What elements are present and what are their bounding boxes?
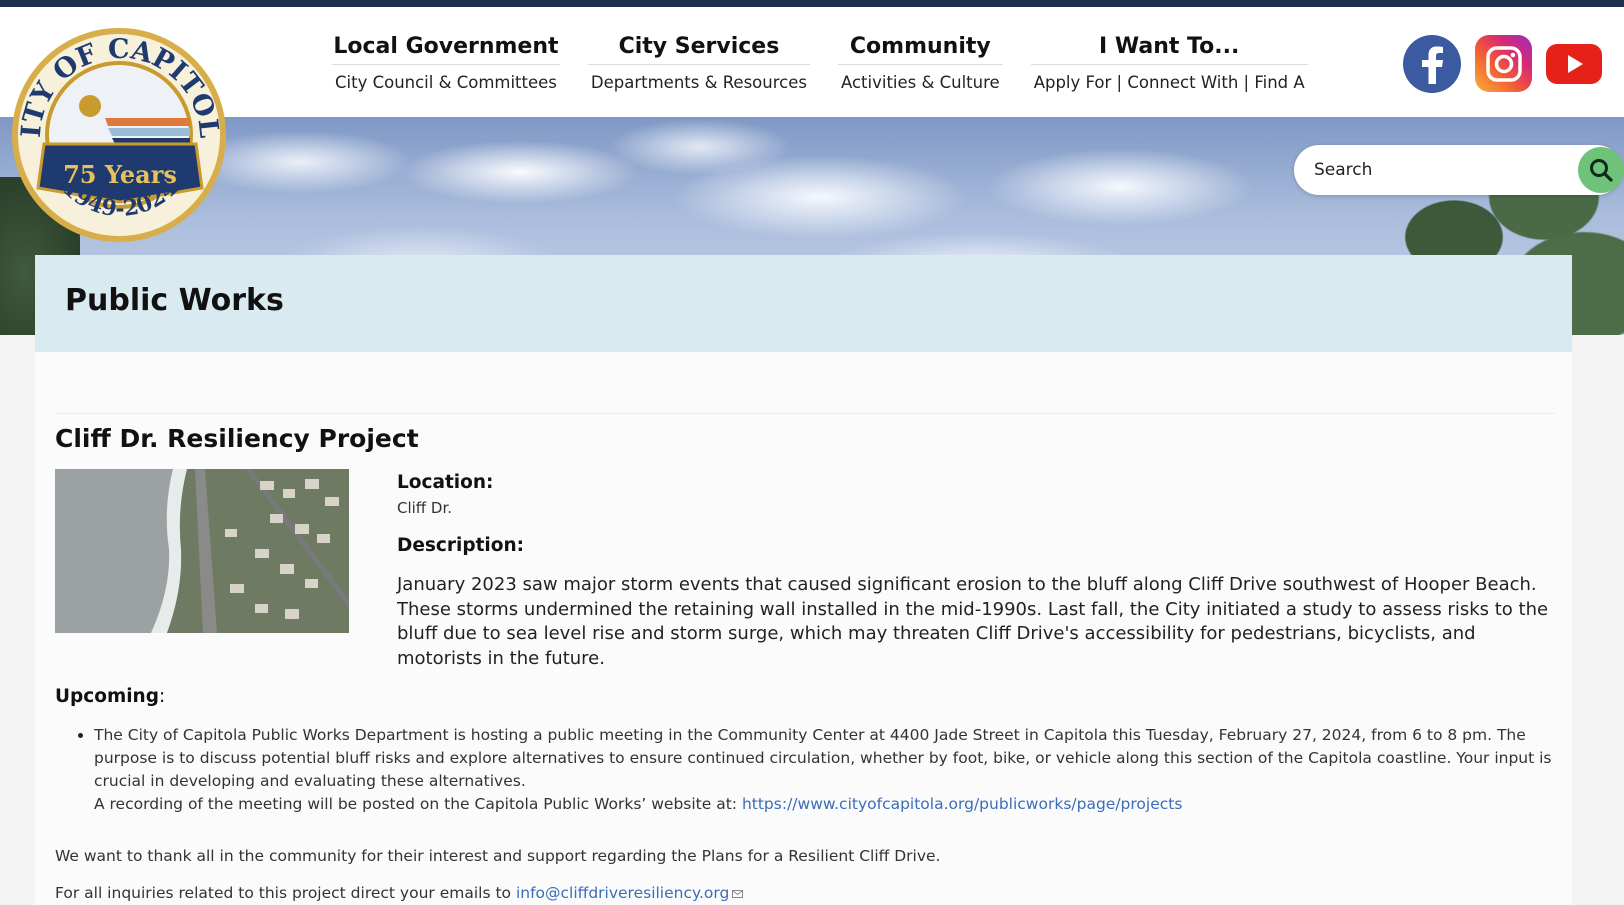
search-button[interactable] bbox=[1578, 147, 1624, 193]
description-label: Description: bbox=[397, 535, 525, 556]
nav-local-government[interactable]: Local Government City Council & Committe… bbox=[318, 30, 574, 102]
contact-email-link[interactable]: info@cliffdriveresiliency.org bbox=[516, 884, 729, 902]
facebook-icon[interactable] bbox=[1403, 35, 1461, 93]
nav-title[interactable]: I Want To... bbox=[1099, 30, 1239, 64]
upcoming-list: The City of Capitola Public Works Depart… bbox=[76, 724, 1556, 816]
project-title: Cliff Dr. Resiliency Project bbox=[55, 424, 419, 453]
nav-community[interactable]: Community Activities & Culture bbox=[824, 30, 1017, 102]
nav-subtitle[interactable]: Activities & Culture bbox=[837, 64, 1003, 98]
nav-subtitle[interactable]: Apply For | Connect With | Find A bbox=[1030, 64, 1308, 98]
nav-title[interactable]: Community bbox=[850, 30, 991, 64]
mail-icon bbox=[732, 889, 744, 898]
inquiries-line: For all inquiries related to this projec… bbox=[55, 884, 744, 902]
upcoming-colon: : bbox=[158, 686, 166, 707]
inquiries-text: For all inquiries related to this projec… bbox=[55, 884, 516, 902]
description-text: January 2023 saw major storm events that… bbox=[397, 574, 1549, 669]
project-aerial-image bbox=[55, 469, 349, 633]
top-accent-bar bbox=[0, 0, 1624, 7]
search-icon bbox=[1590, 159, 1613, 182]
search-input[interactable] bbox=[1314, 160, 1554, 180]
nav-title[interactable]: City Services bbox=[619, 30, 780, 64]
thanks-text: We want to thank all in the community fo… bbox=[55, 847, 941, 865]
youtube-icon[interactable] bbox=[1546, 44, 1602, 84]
city-logo[interactable]: 75 Years CITY OF CAPITOLA 1949-2024 bbox=[0, 2, 228, 244]
section-divider bbox=[55, 413, 1555, 414]
nav-i-want-to[interactable]: I Want To... Apply For | Connect With | … bbox=[1017, 30, 1322, 102]
nav-subtitle[interactable]: City Council & Committees bbox=[332, 64, 560, 98]
main-nav: Local Government City Council & Committe… bbox=[318, 30, 1322, 102]
nav-title[interactable]: Local Government bbox=[333, 30, 558, 64]
page-title: Public Works bbox=[65, 283, 284, 318]
upcoming-item-text: The City of Capitola Public Works Depart… bbox=[94, 726, 1552, 790]
location-label: Location: bbox=[397, 472, 494, 493]
upcoming-label-text: Upcoming bbox=[55, 686, 159, 707]
recording-text: A recording of the meeting will be poste… bbox=[94, 795, 742, 813]
list-item: The City of Capitola Public Works Depart… bbox=[76, 724, 1556, 816]
nav-subtitle[interactable]: Departments & Resources bbox=[587, 64, 810, 98]
projects-page-link[interactable]: https://www.cityofcapitola.org/publicwor… bbox=[742, 795, 1182, 813]
instagram-icon[interactable] bbox=[1475, 35, 1532, 92]
nav-city-services[interactable]: City Services Departments & Resources bbox=[574, 30, 824, 102]
upcoming-label: Upcoming: bbox=[55, 686, 165, 707]
search-box bbox=[1294, 145, 1624, 195]
location-value: Cliff Dr. bbox=[397, 499, 453, 517]
